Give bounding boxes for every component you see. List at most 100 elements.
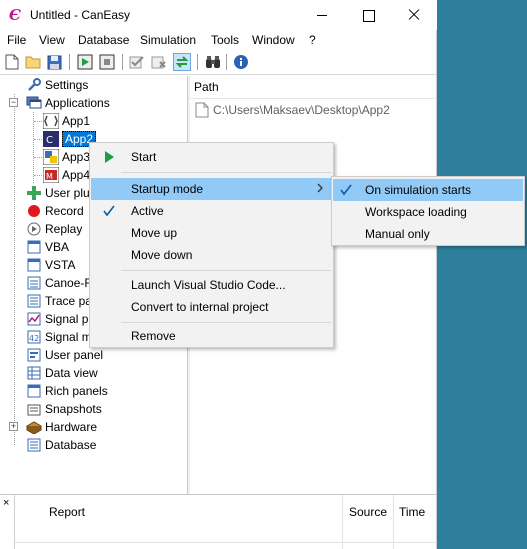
- menu-separator: [121, 270, 331, 271]
- checkmark-icon: [103, 205, 115, 217]
- wrench-icon: [26, 77, 42, 93]
- file-icon: [195, 102, 209, 118]
- plugin-icon: [26, 185, 42, 201]
- tree-item-label: Replay: [45, 222, 83, 236]
- start-simulation-icon[interactable]: [76, 53, 94, 71]
- menu-separator: [121, 172, 331, 173]
- menu-item-move-down[interactable]: Move down: [91, 244, 332, 266]
- vs-project-icon: C: [43, 131, 59, 147]
- collapse-applications-toggle[interactable]: −: [9, 98, 18, 107]
- stop-simulation-icon[interactable]: [98, 53, 116, 71]
- menu-item-remove[interactable]: Remove: [91, 325, 332, 347]
- tree-item-label: Signal p: [45, 312, 89, 326]
- menu-file[interactable]: File: [7, 33, 26, 47]
- toolbar: [0, 51, 437, 75]
- tree-item-record[interactable]: Record: [26, 202, 84, 220]
- menu-window[interactable]: Window: [252, 33, 295, 47]
- menu-help[interactable]: ?: [309, 33, 316, 47]
- tree-item-label: App1: [62, 114, 91, 128]
- tree-item-label: Settings: [45, 78, 89, 92]
- clear-check-icon[interactable]: [150, 53, 168, 71]
- open-folder-icon[interactable]: [24, 53, 42, 71]
- tree-item-label: Signal m: [45, 330, 92, 344]
- menu-tools[interactable]: Tools: [211, 33, 239, 47]
- tree-item-user-plugins[interactable]: User plu: [26, 184, 90, 202]
- tree-item-settings[interactable]: Settings: [26, 76, 88, 94]
- tree-item-snapshots[interactable]: Snapshots: [26, 400, 102, 418]
- menu-item-startup-mode[interactable]: Startup mode: [91, 178, 332, 200]
- tree-item-label: Data view: [45, 366, 98, 380]
- tree-item-vsta[interactable]: VSTA: [26, 256, 75, 274]
- column-divider[interactable]: [393, 495, 394, 549]
- hardware-icon: [26, 419, 42, 435]
- time-column-header[interactable]: Time: [399, 505, 425, 519]
- replay-icon: [26, 221, 42, 237]
- menu-simulation[interactable]: Simulation: [140, 33, 196, 47]
- tree-item-label: Rich panels: [45, 384, 108, 398]
- binoculars-icon[interactable]: [204, 53, 222, 71]
- signal-monitor-icon: 42: [26, 329, 42, 345]
- submenu-item-manual-only[interactable]: Manual only: [333, 223, 523, 245]
- menu-item-convert-internal[interactable]: Convert to internal project: [91, 296, 332, 318]
- minimize-button[interactable]: [299, 0, 345, 30]
- submenu-item-on-simulation-starts[interactable]: On simulation starts: [333, 179, 523, 201]
- check-icon[interactable]: [128, 53, 146, 71]
- report-grip: [14, 495, 15, 549]
- expand-hardware-toggle[interactable]: +: [9, 422, 18, 431]
- tree-item-label: VSTA: [45, 258, 76, 272]
- maximize-button[interactable]: [345, 0, 391, 30]
- svg-text:C: C: [46, 135, 53, 146]
- tree-item-database[interactable]: Database: [26, 436, 96, 454]
- source-column-header[interactable]: Source: [349, 505, 387, 519]
- tree-item-vba[interactable]: VBA: [26, 238, 69, 256]
- toolbar-separator: [226, 54, 227, 70]
- tree-item-app3[interactable]: App3: [43, 148, 90, 166]
- new-file-icon[interactable]: [3, 53, 21, 71]
- menu-item-move-up[interactable]: Move up: [91, 222, 332, 244]
- save-icon[interactable]: [45, 53, 63, 71]
- path-column-header[interactable]: Path: [194, 80, 219, 94]
- menu-view[interactable]: View: [39, 33, 65, 47]
- tree-line: [14, 94, 15, 445]
- info-icon[interactable]: [232, 53, 250, 71]
- tree-item-user-panel[interactable]: User panel: [26, 346, 103, 364]
- tree-item-label: Database: [45, 438, 97, 452]
- tree-item-replay[interactable]: Replay: [26, 220, 82, 238]
- tree-item-trace[interactable]: Trace pa: [26, 292, 92, 310]
- tree-line: [34, 157, 42, 158]
- tree-item-app1[interactable]: App1: [43, 112, 90, 130]
- context-menu: Start Startup mode Active Move up Move d…: [89, 142, 334, 348]
- toolbar-separator: [69, 54, 70, 70]
- report-column-header[interactable]: Report: [49, 505, 85, 519]
- path-row[interactable]: C:\Users\Maksaev\Desktop\App2: [195, 102, 390, 118]
- chevron-right-icon: [317, 183, 323, 193]
- tree-item-label: Canoe-F: [45, 276, 92, 290]
- signal-plot-icon: [26, 311, 42, 327]
- menu-item-active[interactable]: Active: [91, 200, 332, 222]
- database-icon: [26, 437, 42, 453]
- python-project-icon: [43, 149, 59, 165]
- column-divider[interactable]: [342, 495, 343, 549]
- tree-item-applications[interactable]: Applications: [26, 94, 110, 112]
- tree-item-label: User panel: [45, 348, 104, 362]
- menu-item-start[interactable]: Start: [91, 146, 332, 168]
- tree-item-label: VBA: [45, 240, 70, 254]
- tree-item-data-view[interactable]: Data view: [26, 364, 98, 382]
- report-panel: × Report Source Time: [0, 494, 437, 549]
- tree-item-label: App3: [62, 150, 91, 164]
- submenu-item-workspace-loading[interactable]: Workspace loading: [333, 201, 523, 223]
- tree-item-signal-monitor[interactable]: 42 Signal m: [26, 328, 92, 346]
- menu-item-launch-vscode[interactable]: Launch Visual Studio Code...: [91, 274, 332, 296]
- user-panel-icon: [26, 347, 42, 363]
- menu-database[interactable]: Database: [78, 33, 129, 47]
- close-window-button[interactable]: [391, 0, 437, 30]
- tree-item-rich-panels[interactable]: Rich panels: [26, 382, 108, 400]
- tree-item-label: Hardware: [45, 420, 98, 434]
- tree-item-app4[interactable]: M App4: [43, 166, 90, 184]
- tree-item-signal-plot[interactable]: Signal p: [26, 310, 88, 328]
- switch-icon[interactable]: [173, 53, 191, 71]
- tree-item-hardware[interactable]: Hardware: [26, 418, 97, 436]
- close-report-icon[interactable]: ×: [3, 497, 9, 509]
- tree-line: [34, 139, 42, 140]
- tree-item-canoe[interactable]: Canoe-F: [26, 274, 92, 292]
